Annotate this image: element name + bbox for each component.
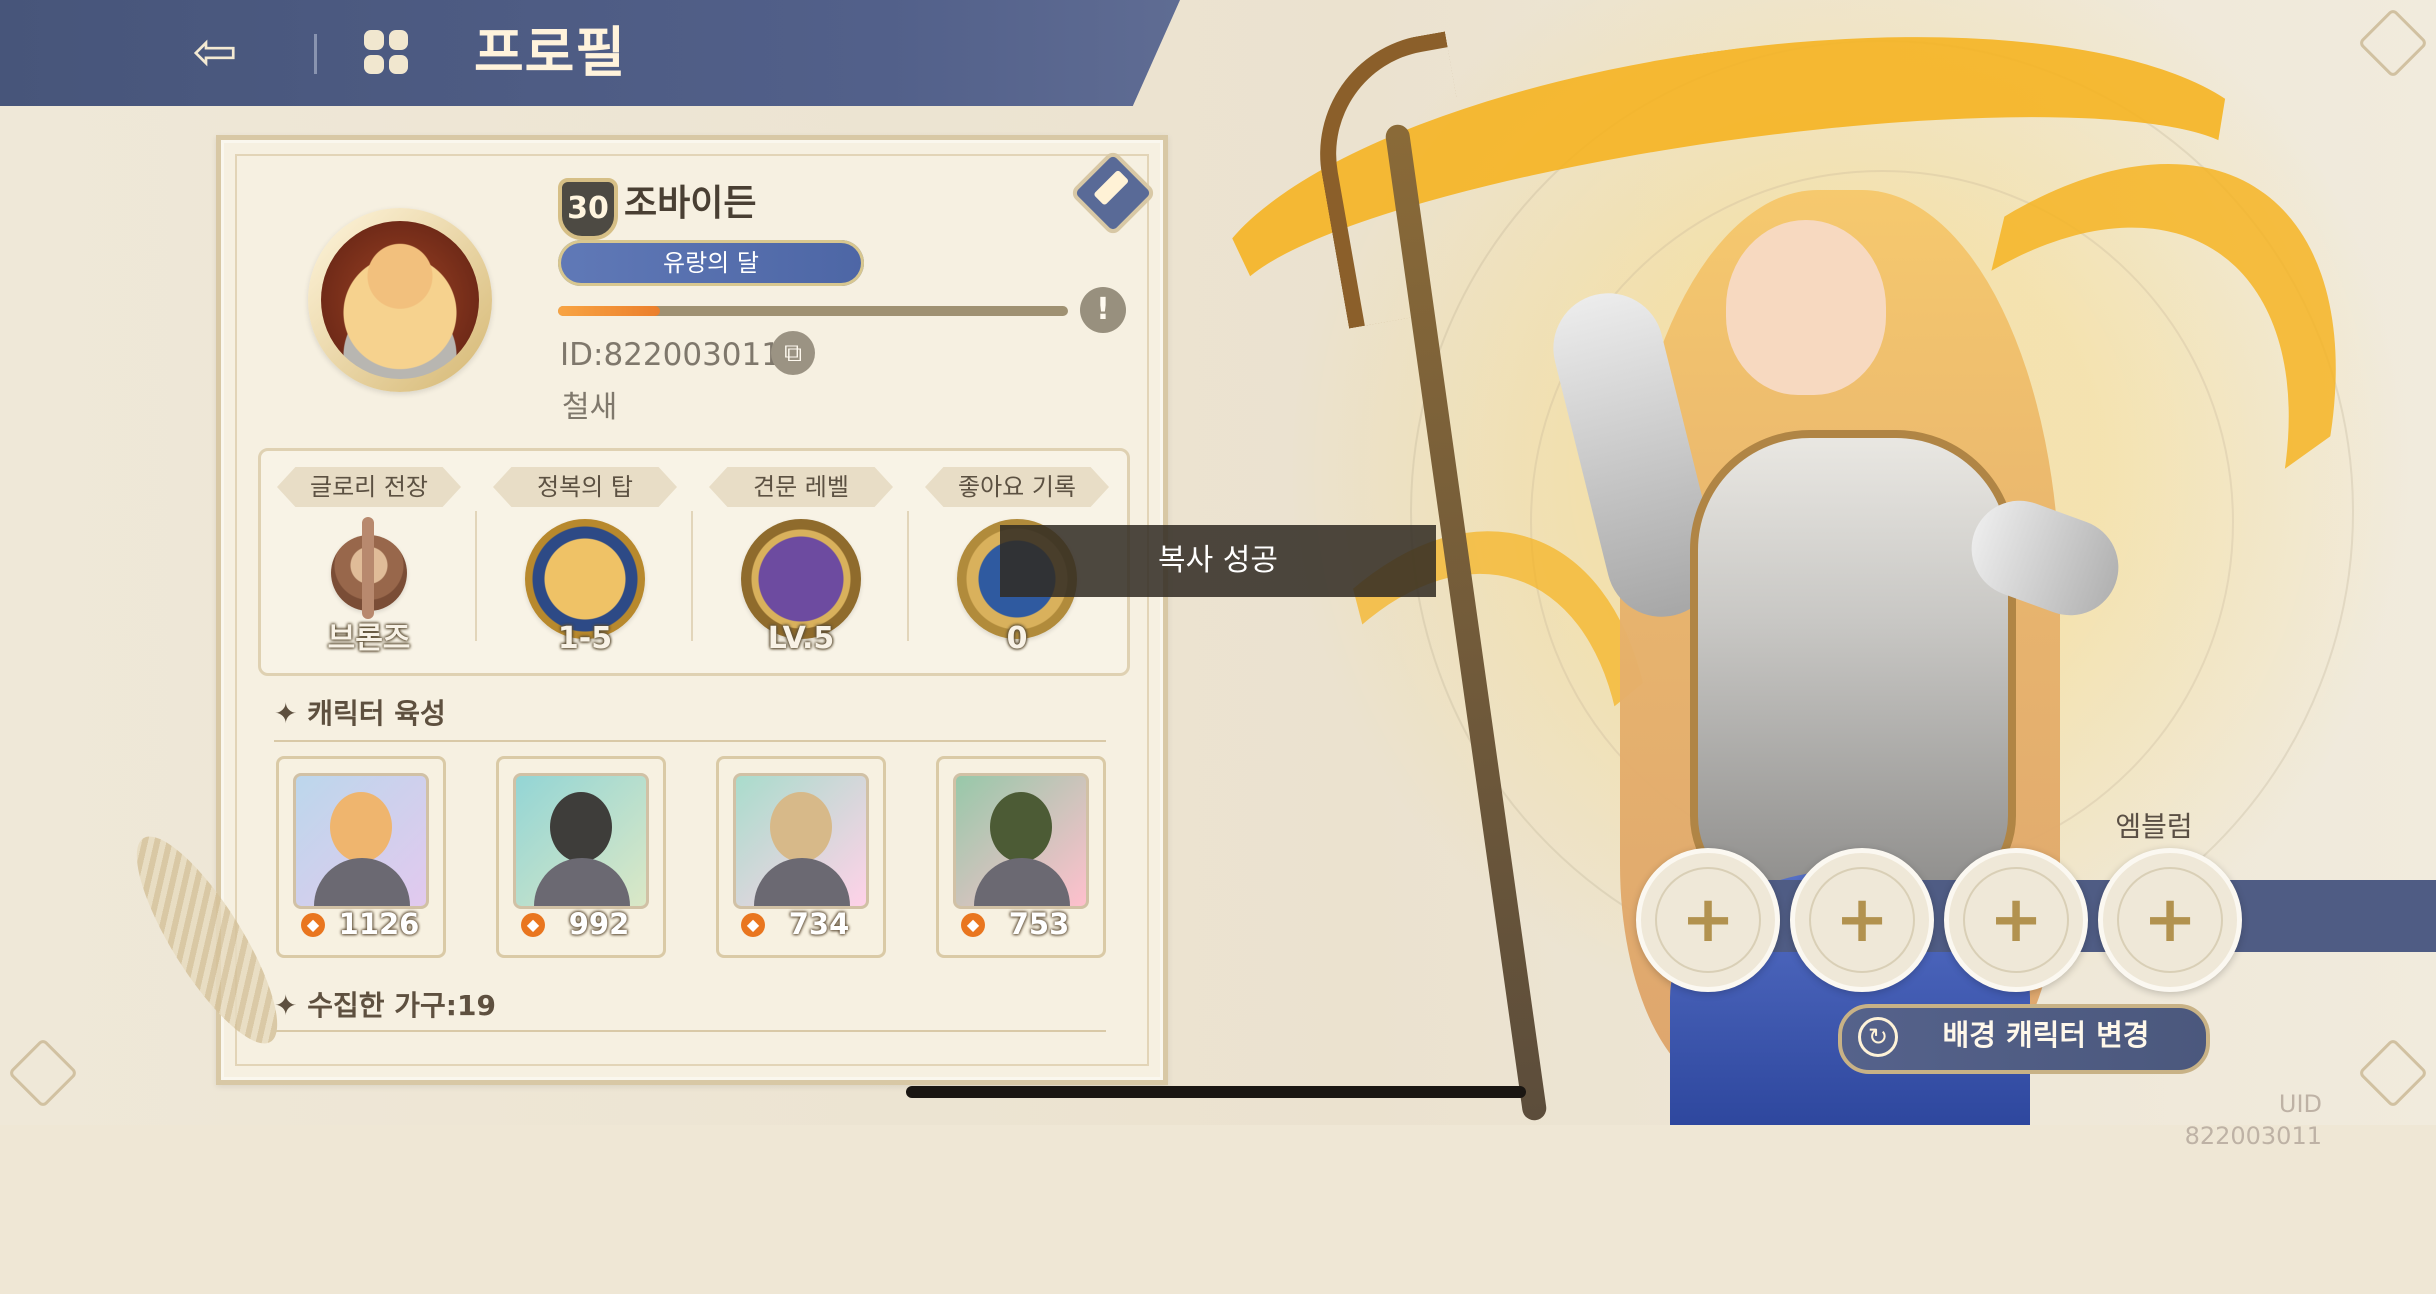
menu-grid-cell [388,30,408,50]
change-background-character-button[interactable]: ↻ 배경 캐릭터 변경 [1838,1004,2210,1074]
hero-power: 1126 [338,907,420,941]
hero-power: 992 [568,907,630,941]
page-title: 프로필 [474,21,627,84]
hero-power: 734 [788,907,850,941]
section-heading-text: 수집한 가구:19 [307,989,496,1022]
stat-value: 브론즈 [327,621,411,656]
flame-icon: ◆ [301,913,325,937]
level-badge: 30 [558,178,618,240]
title-badge[interactable]: 유랑의 달 [558,240,864,286]
emblem-label: 엠블럼 [2115,810,2193,843]
bronze-rank-icon [331,517,407,619]
player-id: ID:822003011 [560,337,781,373]
experience-bar [558,306,1068,316]
section-divider [274,740,1106,742]
edit-profile-icon-glyph [1093,169,1130,206]
plus-icon: + [2143,883,2197,957]
menu-grid-cell [364,54,384,74]
stat-insight-level[interactable]: 견문 레벨 LV.5 [693,451,909,673]
hero-card[interactable]: ◆ 992 [496,756,666,958]
hero-portrait [293,773,429,909]
flame-icon: ◆ [741,913,765,937]
home-indicator [906,1086,1526,1098]
sparkle-icon: ✦ [274,697,298,730]
menu-grid-icon[interactable] [364,30,408,74]
flame-icon: ◆ [521,913,545,937]
emblem-slot[interactable]: + [1636,848,1780,992]
emblem-slot[interactable]: + [2098,848,2242,992]
stat-value: 0 [1006,621,1028,656]
hero-portrait [513,773,649,909]
section-heading-character-training: ✦ 캐릭터 육성 [274,696,446,732]
uid-watermark: UID 822003011 [2184,1090,2322,1150]
experience-bar-fill [558,306,660,316]
section-heading-collected-furniture: ✦ 수집한 가구:19 [274,988,496,1024]
sparkle-icon: ✦ [274,989,298,1022]
hero-power: 753 [1008,907,1070,941]
plus-icon: + [1989,883,2043,957]
stat-conquest-tower[interactable]: 정복의 탑 1-5 [477,451,693,673]
character-armor [1690,430,2016,906]
section-divider [274,1030,1106,1032]
copy-success-toast: 복사 성공 [1000,525,1436,597]
player-name: 조바이든 [624,183,757,224]
stat-label: 좋아요 기록 [925,467,1109,507]
hero-card[interactable]: ◆ 734 [716,756,886,958]
hero-portrait [953,773,1089,909]
emblem-slot[interactable]: + [1790,848,1934,992]
plus-icon: + [1681,883,1735,957]
hero-card[interactable]: ◆ 753 [936,756,1106,958]
hero-card[interactable]: ◆ 1126 [276,756,446,958]
back-arrow-icon[interactable]: ⇦ [185,24,245,80]
stat-label: 견문 레벨 [709,467,893,507]
emblem-slot[interactable]: + [1944,848,2088,992]
copy-id-icon[interactable]: ⧉ [771,331,815,375]
hero-portrait [733,773,869,909]
stat-glory-battlefield[interactable]: 글로리 전장 브론즈 [261,451,477,673]
change-background-character-label: 배경 캐릭터 변경 [1942,1018,2150,1052]
flame-icon: ◆ [961,913,985,937]
stat-label: 정복의 탑 [493,467,677,507]
stat-value: 1-5 [557,621,613,656]
avatar-frame[interactable] [308,208,492,392]
guild-name: 철새 [562,390,618,425]
menu-grid-cell [388,54,408,74]
section-heading-text: 캐릭터 육성 [307,697,446,730]
info-icon[interactable]: ! [1080,287,1126,333]
character-face [1726,220,1886,395]
header-divider [314,34,317,74]
avatar [321,221,479,379]
stat-value: LV.5 [767,621,835,656]
refresh-icon: ↻ [1858,1017,1898,1057]
menu-grid-cell [364,30,384,50]
plus-icon: + [1835,883,1889,957]
stat-label: 글로리 전장 [277,467,461,507]
